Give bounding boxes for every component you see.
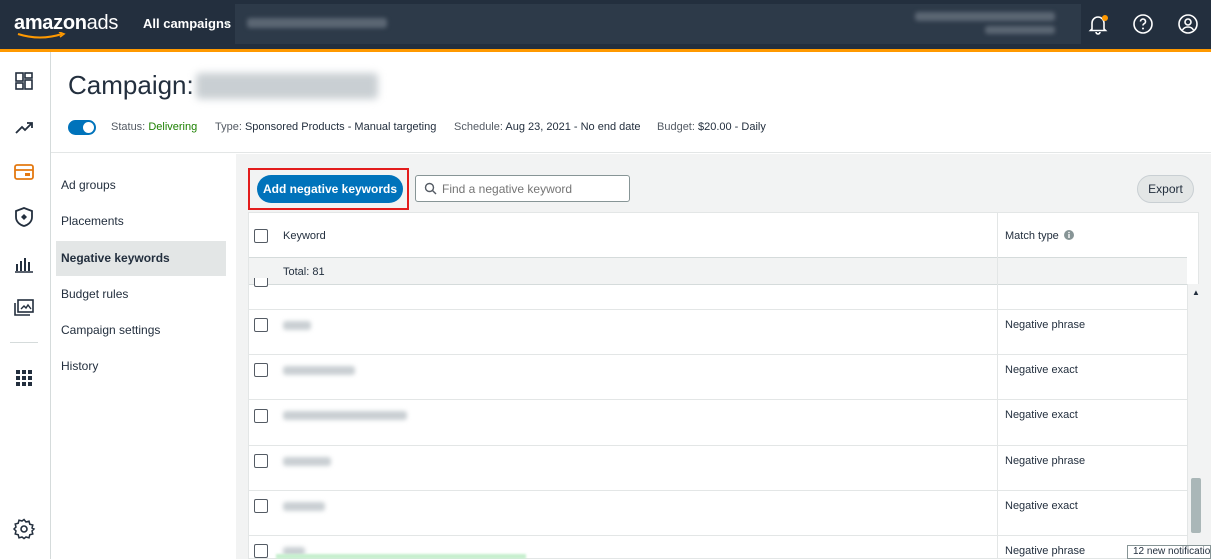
campaign-status-toggle[interactable] [68,120,96,135]
redacted-text [985,26,1055,34]
match-type-cell: Negative exact [1005,364,1078,376]
row-divider [249,535,1187,536]
help-icon[interactable] [1131,12,1155,36]
logo-suffix-text: ads [86,12,119,34]
export-button[interactable]: Export [1137,175,1194,203]
search-box[interactable] [415,175,630,202]
sidenav-placements[interactable]: Placements [56,204,226,239]
settings-icon[interactable] [12,517,36,541]
keyword-redacted [283,457,331,466]
row-divider [249,445,1187,446]
type-label: Type: [215,121,242,133]
match-type-cell: Negative phrase [1005,319,1086,331]
bell-icon[interactable] [1086,12,1110,36]
budget-info: Budget: $20.00 - Daily [657,121,766,133]
match-type-column-header[interactable]: Match type [1005,230,1074,242]
budget-value: $20.00 - Daily [697,121,766,133]
scroll-up-arrow-icon[interactable]: ▲ [1192,288,1200,297]
keyword-redacted [283,366,355,375]
row-checkbox[interactable] [254,454,268,468]
row-divider [249,490,1187,491]
sidenav-negative-keywords[interactable]: Negative keywords [56,241,226,276]
schedule-info: Schedule: Aug 23, 2021 - No end date [454,121,641,133]
add-negative-keywords-button[interactable]: Add negative keywords [257,175,403,203]
scrollbar-thumb[interactable] [1191,478,1201,533]
keyword-redacted [283,321,311,330]
total-count: Total: 81 [283,266,325,278]
dashboard-icon[interactable] [12,69,36,93]
row-checkbox[interactable] [254,499,268,513]
topbar-accent-line [0,49,1211,52]
notification-toast[interactable]: 12 new notifications [1127,545,1211,559]
logo-main-text: amazon [14,12,87,34]
status-value: Delivering [148,121,198,133]
match-type-header-label: Match type [1005,230,1059,242]
match-type-cell: Negative exact [1005,500,1078,512]
sidenav-ad-groups[interactable]: Ad groups [56,168,226,203]
status-info: Status: Delivering [111,121,197,133]
budget-label: Budget: [657,121,695,133]
row-divider [249,284,1187,285]
creative-icon[interactable] [12,296,36,320]
keyword-redacted [283,502,325,511]
type-value: Sponsored Products - Manual targeting [244,121,437,133]
select-all-checkbox[interactable] [254,229,268,243]
row-checkbox[interactable] [254,278,268,287]
row-divider [249,354,1187,355]
header-divider [51,152,1211,153]
type-info: Type: Sponsored Products - Manual target… [215,121,436,133]
keyword-column-header[interactable]: Keyword [283,230,326,242]
logo-smile-icon [17,32,66,39]
search-input[interactable] [442,179,622,198]
match-type-cell: Negative phrase [1005,455,1086,467]
row-checkbox[interactable] [254,363,268,377]
row-checkbox[interactable] [254,318,268,332]
breadcrumb-separator: › [225,15,230,30]
schedule-label: Schedule: [454,121,503,133]
row-divider [249,399,1187,400]
trend-icon[interactable] [12,115,36,139]
status-label: Status: [111,121,146,133]
row-checkbox[interactable] [254,544,268,558]
sidenav-history[interactable]: History [56,349,226,384]
row-highlight [276,554,526,559]
sidenav-campaign-settings[interactable]: Campaign settings [56,313,226,348]
total-row [249,258,1187,284]
apps-grid-icon[interactable] [12,366,36,390]
page-title: Campaign: [68,70,194,100]
search-icon [424,182,437,195]
notification-badge [1102,15,1108,21]
sidenav-budget-rules[interactable]: Budget rules [56,277,226,312]
brand-protection-icon[interactable] [12,205,36,229]
rail-divider [10,342,38,343]
account-icon[interactable] [1176,12,1200,36]
keyword-redacted [283,411,407,420]
match-type-cell: Negative phrase [1005,545,1086,557]
redacted-text [915,12,1055,21]
match-type-cell: Negative exact [1005,409,1078,421]
campaign-manager-icon[interactable] [12,160,36,184]
info-icon[interactable] [1063,230,1074,240]
breadcrumb-redacted-area [235,4,1081,44]
reports-icon[interactable] [12,251,36,275]
row-divider [249,309,1187,310]
row-checkbox[interactable] [254,409,268,423]
redacted-text [247,18,387,28]
campaign-name-redacted [196,73,378,99]
column-divider [997,213,998,559]
breadcrumb-all-campaigns[interactable]: All campaigns [143,16,231,31]
schedule-value: Aug 23, 2021 - No end date [505,121,641,133]
